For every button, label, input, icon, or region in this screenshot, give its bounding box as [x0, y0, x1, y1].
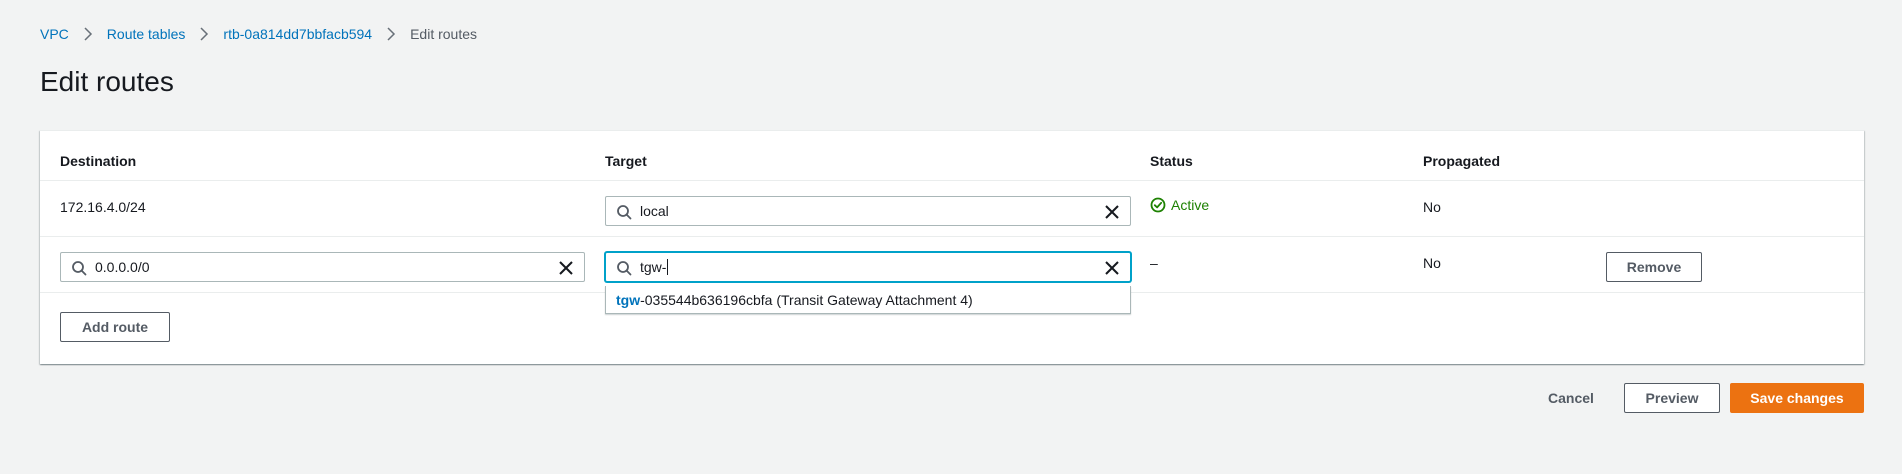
divider [40, 180, 1864, 181]
search-icon [72, 261, 87, 276]
close-icon[interactable] [1104, 260, 1120, 276]
page-title: Edit routes [40, 66, 174, 97]
remove-route-button[interactable]: Remove [1606, 252, 1702, 282]
breadcrumb-route-table-id[interactable]: rtb-0a814dd7bbfacb594 [223, 26, 372, 42]
suggestion-option[interactable]: tgw-035544b636196cbfa (Transit Gateway A… [616, 292, 973, 308]
column-header-status: Status [1150, 153, 1193, 169]
propagated-value: No [1423, 199, 1441, 215]
chevron-right-icon [386, 27, 396, 41]
status-positive-icon [1150, 197, 1166, 213]
column-header-destination: Destination [60, 153, 137, 169]
cancel-button[interactable]: Cancel [1548, 390, 1594, 406]
routes-panel: Destination Target Status Propagated 172… [40, 130, 1864, 364]
chevron-right-icon [199, 27, 209, 41]
add-route-button[interactable]: Add route [60, 312, 170, 342]
divider [40, 236, 1864, 237]
close-icon[interactable] [1104, 204, 1120, 220]
column-header-target: Target [605, 153, 647, 169]
column-header-propagated: Propagated [1423, 153, 1501, 169]
destination-input[interactable]: 0.0.0.0/0 [60, 252, 585, 282]
propagated-value: No [1423, 255, 1441, 271]
save-changes-button[interactable]: Save changes [1730, 383, 1864, 413]
preview-button[interactable]: Preview [1624, 383, 1720, 413]
target-suggestions-dropdown: tgw-035544b636196cbfa (Transit Gateway A… [605, 286, 1131, 314]
close-icon[interactable] [558, 260, 574, 276]
status-text: Active [1171, 197, 1210, 213]
breadcrumb-route-tables[interactable]: Route tables [107, 26, 186, 42]
suggestion-text: -035544b636196cbfa (Transit Gateway Atta… [640, 292, 973, 308]
breadcrumb-current: Edit routes [410, 26, 478, 42]
destination-input-value: 0.0.0.0/0 [95, 259, 150, 275]
target-input-value: tgw- [640, 259, 669, 275]
route-destination: 172.16.4.0/24 [60, 199, 146, 215]
search-icon [617, 205, 632, 220]
text-caret [667, 259, 669, 275]
target-input[interactable]: local [605, 196, 1131, 226]
breadcrumb-vpc[interactable]: VPC [40, 26, 69, 42]
chevron-right-icon [83, 27, 93, 41]
suggestion-match: tgw [616, 292, 641, 308]
status-active: Active [1150, 197, 1209, 213]
breadcrumb: VPC Route tables rtb-0a814dd7bbfacb594 E… [40, 26, 477, 42]
target-input-focused[interactable]: tgw- [605, 252, 1131, 282]
target-input-value: local [640, 203, 669, 219]
status-value: – [1150, 255, 1158, 271]
search-icon [617, 261, 632, 276]
